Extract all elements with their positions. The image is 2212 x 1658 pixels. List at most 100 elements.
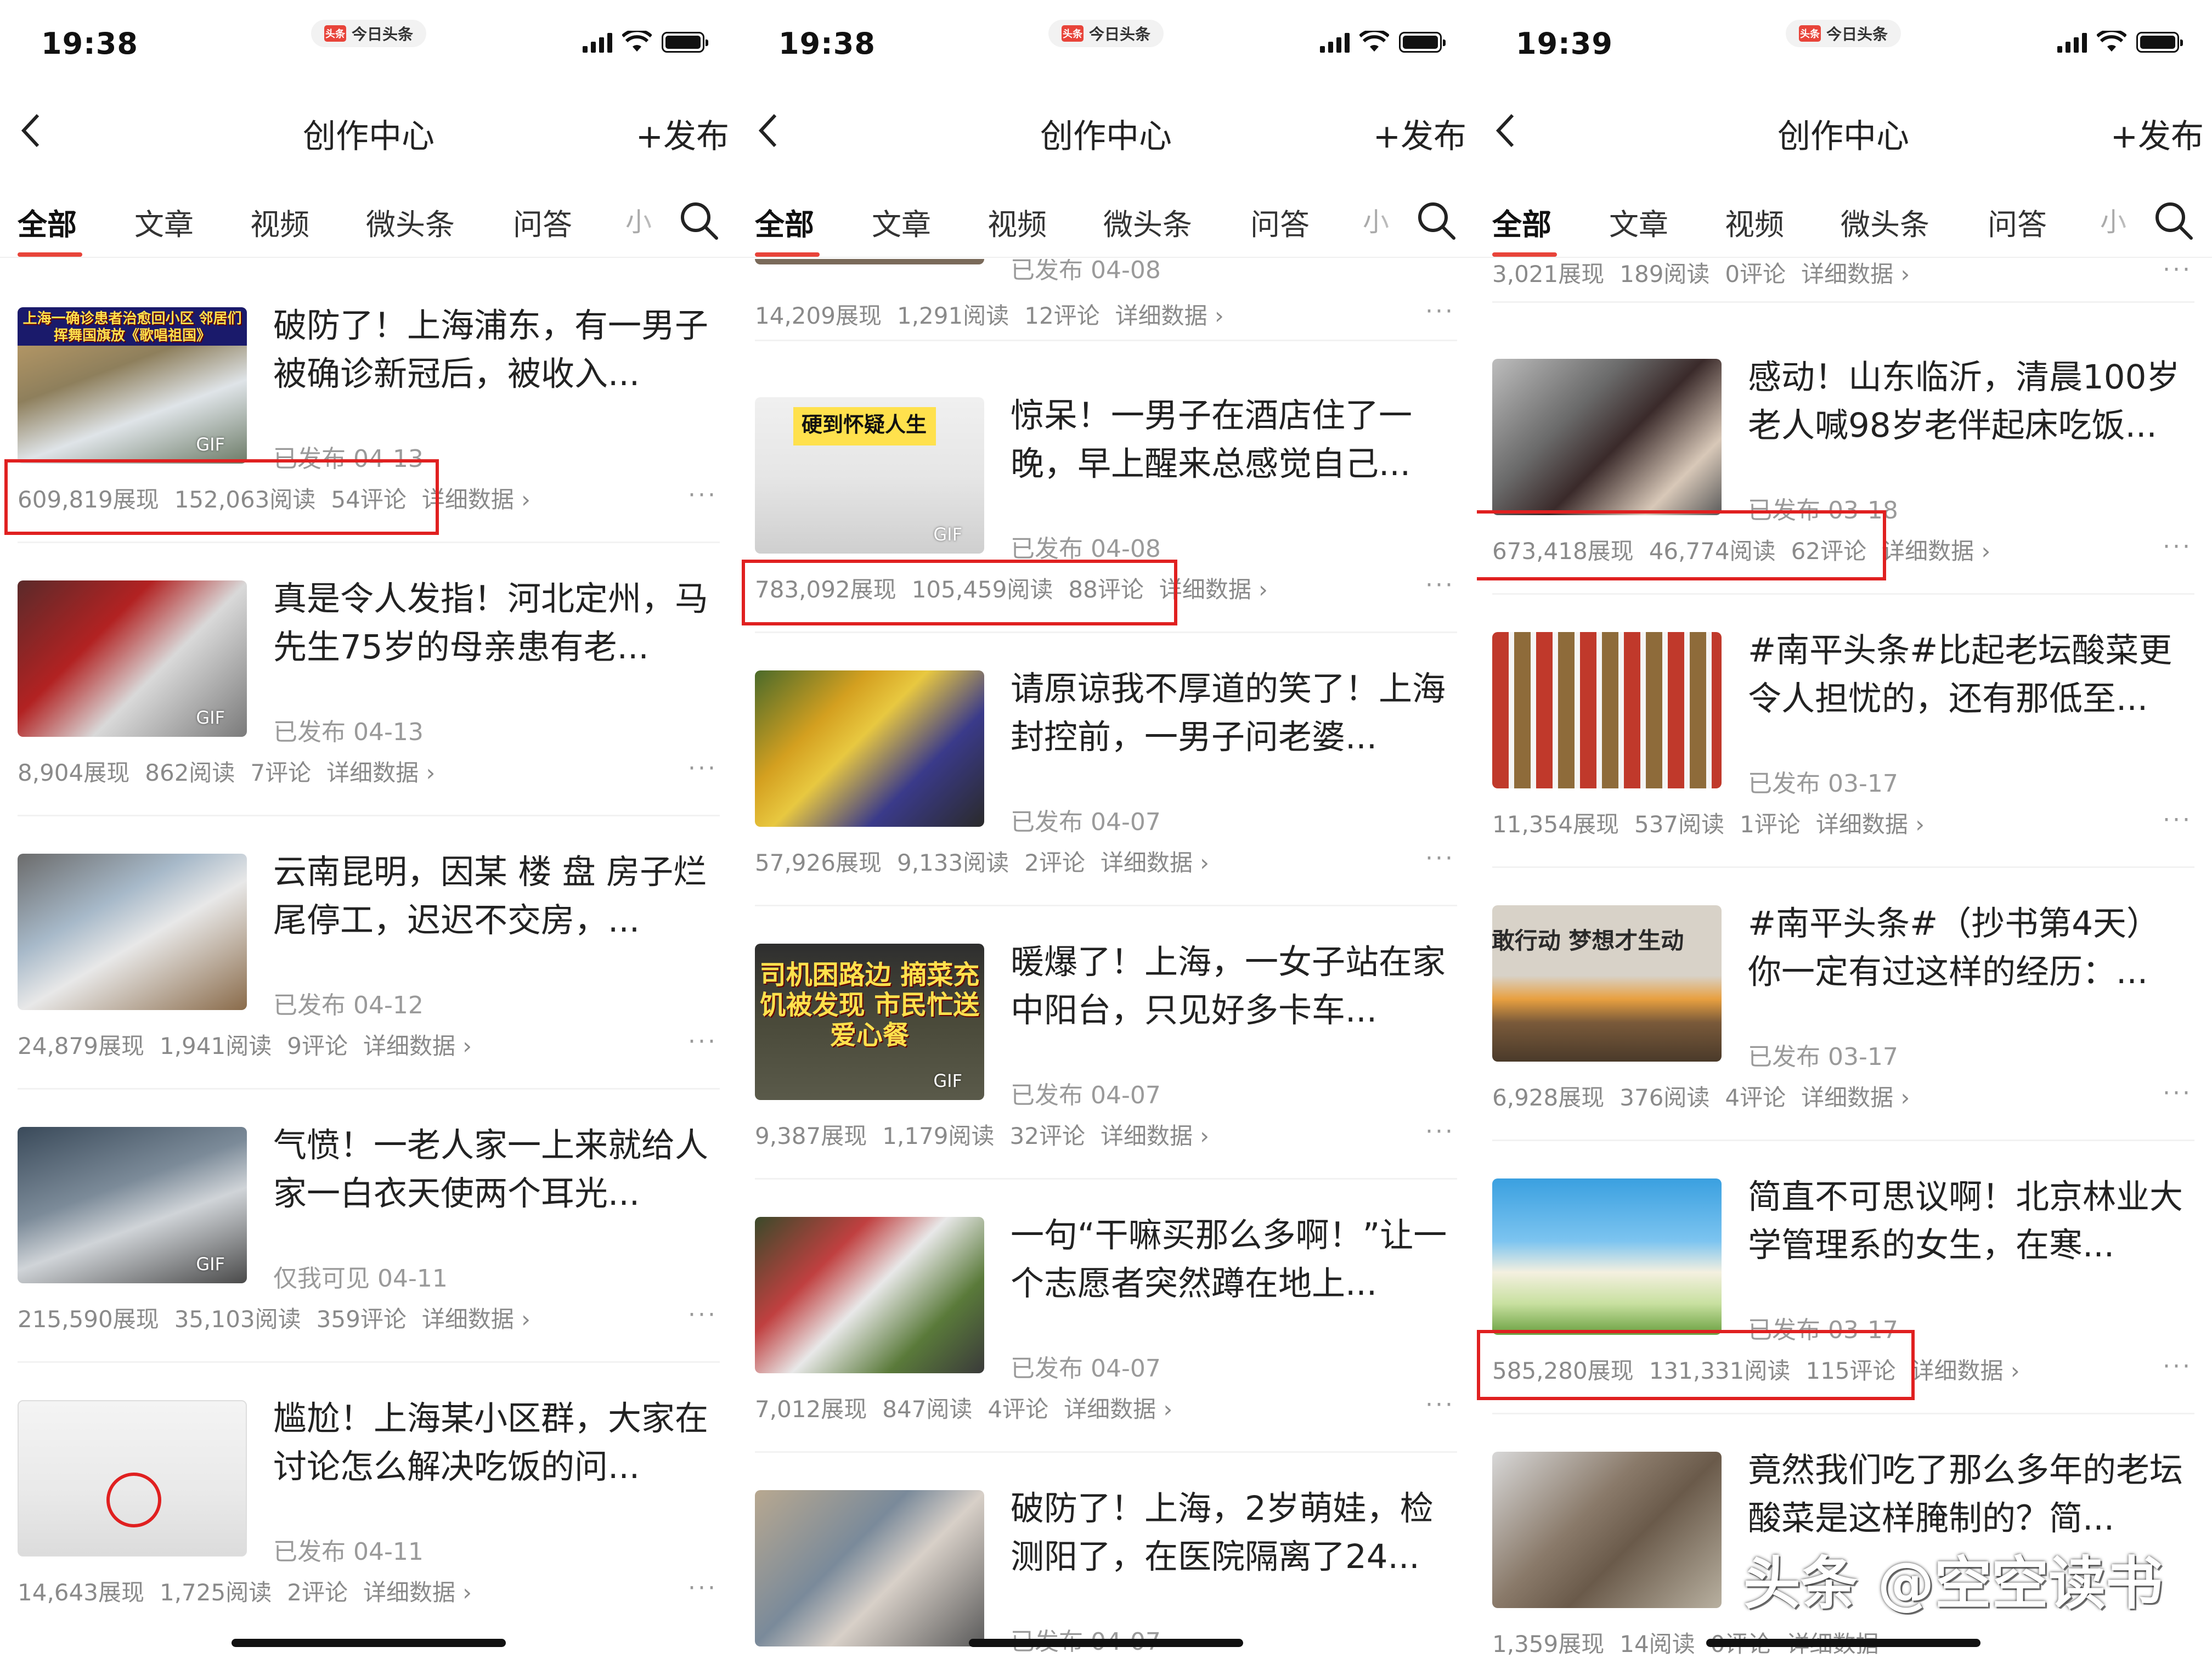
content-item[interactable]: 破防了！上海，2岁萌娃，检测阳了，在医院隔离了24... 已发布 04-07 bbox=[737, 1453, 1475, 1658]
battery-icon bbox=[2136, 32, 2183, 53]
detail-data-link[interactable]: 详细数据 › bbox=[1801, 259, 1910, 289]
more-options-icon[interactable]: ··· bbox=[1425, 1391, 1455, 1419]
tab-articles[interactable]: 文章 bbox=[1609, 200, 1668, 244]
more-options-icon[interactable]: ··· bbox=[1425, 844, 1455, 872]
detail-data-link[interactable]: 详细数据 › bbox=[1101, 844, 1209, 878]
gif-badge: GIF bbox=[196, 1254, 225, 1274]
detail-data-link[interactable]: 详细数据 › bbox=[1882, 533, 1990, 566]
tab-qa[interactable]: 问答 bbox=[513, 200, 572, 244]
system-icons bbox=[2057, 31, 2183, 53]
tab-micro-posts[interactable]: 微头条 bbox=[1103, 200, 1192, 244]
item-stats: 3,021展现 189阅读 0评论 详细数据 › bbox=[1492, 259, 1910, 289]
tab-videos[interactable]: 视频 bbox=[988, 200, 1047, 244]
gif-badge: GIF bbox=[933, 524, 962, 545]
thumbnail-caption: 敢行动 梦想才生动 bbox=[1492, 927, 1684, 954]
content-item[interactable]: GIF 真是令人发指！河北定州，马先生75岁的母亲患有老... 已发布 04-1… bbox=[0, 543, 737, 816]
system-icons bbox=[583, 31, 708, 53]
item-title: 一句“干嘛买那么多啊！”让一个志愿者突然蹲在地上... bbox=[1011, 1216, 1447, 1303]
more-options-icon[interactable]: ··· bbox=[688, 754, 718, 782]
content-item[interactable]: GIF 气愤！一老人家一上来就给人家一白衣天使两个耳光... 仅我可见 04-1… bbox=[0, 1090, 737, 1363]
more-options-icon[interactable]: ··· bbox=[2163, 533, 2192, 561]
content-item[interactable]: 尴尬！上海某小区群，大家在讨论怎么解决吃饭的问... 已发布 04-11 14,… bbox=[0, 1363, 737, 1636]
item-meta: 仅我可见 04-11 bbox=[273, 1265, 448, 1293]
content-item-partial[interactable]: 已发布 04-08 14,209展现 1,291阅读 12评论 详细数据 › ·… bbox=[737, 259, 1475, 341]
comments-count: 9评论 bbox=[287, 1033, 348, 1059]
tab-articles[interactable]: 文章 bbox=[134, 200, 194, 244]
detail-data-link[interactable]: 详细数据 › bbox=[1816, 806, 1925, 839]
more-options-icon[interactable]: ··· bbox=[1425, 1118, 1455, 1146]
item-title: 简直不可思议啊！北京林业大学管理系的女生，在寒... bbox=[1748, 1177, 2183, 1265]
detail-data-link[interactable]: 详细数据 › bbox=[1064, 1391, 1172, 1424]
search-icon[interactable] bbox=[2152, 199, 2196, 243]
tab-articles[interactable]: 文章 bbox=[872, 200, 931, 244]
tab-qa[interactable]: 问答 bbox=[1250, 200, 1310, 244]
active-tab-indicator bbox=[1492, 252, 1557, 257]
content-item-partial[interactable]: 3,021展现 189阅读 0评论 详细数据 › ··· bbox=[1475, 259, 2212, 303]
thumbnail-caption: 硬到怀疑人生 bbox=[801, 413, 927, 437]
publish-button[interactable]: +发布 bbox=[2111, 110, 2204, 157]
gif-badge: GIF bbox=[196, 434, 225, 455]
more-options-icon[interactable]: ··· bbox=[2163, 806, 2192, 834]
views-count: 11,354展现 bbox=[1492, 811, 1619, 838]
content-item[interactable]: 敢行动 梦想才生动 #南平头条#（抄书第4天）你一定有过这样的经历：... 已发… bbox=[1475, 868, 2212, 1141]
more-options-icon[interactable]: ··· bbox=[1425, 297, 1455, 325]
tab-videos[interactable]: 视频 bbox=[1725, 200, 1784, 244]
more-options-icon[interactable]: ··· bbox=[688, 1301, 718, 1329]
content-item[interactable]: 请原谅我不厚道的笑了！上海封控前，一男子问老婆... 已发布 04-07 57,… bbox=[737, 633, 1475, 906]
item-meta: 已发布 04-11 bbox=[273, 1538, 424, 1566]
detail-data-link[interactable]: 详细数据 › bbox=[1801, 1079, 1910, 1113]
publish-button[interactable]: +发布 bbox=[636, 110, 729, 157]
tab-all[interactable]: 全部 bbox=[18, 200, 77, 244]
detail-data-link[interactable]: 详细数据 › bbox=[363, 1574, 472, 1608]
item-thumbnail bbox=[1492, 1452, 1722, 1608]
search-icon[interactable] bbox=[677, 199, 721, 243]
views-count: 6,928展现 bbox=[1492, 1084, 1605, 1111]
detail-data-link[interactable]: 详细数据 › bbox=[326, 754, 435, 788]
highlight-box bbox=[1477, 510, 1886, 580]
more-options-icon[interactable]: ··· bbox=[688, 481, 718, 509]
reads-count: 9,133阅读 bbox=[896, 849, 1009, 876]
tab-qa[interactable]: 问答 bbox=[1988, 200, 2047, 244]
app-name: 今日头条 bbox=[1826, 25, 1888, 43]
tab-micro-posts[interactable]: 微头条 bbox=[1841, 200, 1929, 244]
detail-data-link[interactable]: 详细数据 › bbox=[1115, 297, 1224, 331]
publish-button[interactable]: +发布 bbox=[1373, 110, 1466, 157]
content-item[interactable]: 竟然我们吃了那么多年的老坛酸菜是这样腌制的？简... 1,359展现 14阅读 … bbox=[1475, 1414, 2212, 1658]
detail-data-link[interactable]: 详细数据 › bbox=[1101, 1118, 1209, 1151]
tab-videos[interactable]: 视频 bbox=[250, 200, 309, 244]
more-options-icon[interactable]: ··· bbox=[2163, 1079, 2192, 1107]
signal-icon bbox=[583, 33, 612, 53]
comments-count: 2评论 bbox=[1024, 849, 1085, 876]
detail-data-link[interactable]: 详细数据 › bbox=[422, 1301, 531, 1334]
content-item[interactable]: #南平头条#比起老坛酸菜更令人担忧的，还有那低至... 已发布 03-17 11… bbox=[1475, 595, 2212, 868]
toutiao-logo-icon: 头条 bbox=[324, 25, 346, 42]
tab-all[interactable]: 全部 bbox=[1492, 200, 1551, 244]
app-name: 今日头条 bbox=[351, 25, 414, 43]
more-options-icon[interactable]: ··· bbox=[688, 1574, 718, 1602]
tab-all[interactable]: 全部 bbox=[755, 200, 814, 244]
detail-data-link[interactable]: 详细数据 › bbox=[1911, 1352, 2020, 1386]
views-count: 24,879展现 bbox=[18, 1033, 144, 1059]
divider bbox=[1492, 301, 2194, 303]
tab-micro-posts[interactable]: 微头条 bbox=[366, 200, 455, 244]
status-bar: 19:38 头条 今日头条 bbox=[737, 0, 1475, 82]
more-options-icon[interactable]: ··· bbox=[2163, 259, 2192, 284]
more-options-icon[interactable]: ··· bbox=[2163, 1352, 2192, 1380]
more-options-icon[interactable]: ··· bbox=[688, 1028, 718, 1056]
item-title: 尴尬！上海某小区群，大家在讨论怎么解决吃饭的问... bbox=[273, 1399, 709, 1486]
more-options-icon[interactable]: ··· bbox=[1425, 571, 1455, 599]
detail-data-link[interactable]: 详细数据 › bbox=[363, 1028, 472, 1061]
toutiao-logo-icon: 头条 bbox=[1061, 25, 1084, 42]
content-item[interactable]: 云南昆明，因某 楼 盘 房子烂尾停工，迟迟不交房，... 已发布 04-12 2… bbox=[0, 816, 737, 1090]
system-icons bbox=[1320, 31, 1446, 53]
content-item[interactable]: 一句“干嘛买那么多啊！”让一个志愿者突然蹲在地上... 已发布 04-07 7,… bbox=[737, 1180, 1475, 1453]
wifi-icon bbox=[2097, 31, 2126, 52]
item-stats: 6,928展现 376阅读 4评论 详细数据 › bbox=[1492, 1079, 1910, 1113]
item-meta: 已发布 03-17 bbox=[1748, 1043, 1898, 1071]
wifi-icon bbox=[622, 31, 652, 52]
search-icon[interactable] bbox=[1414, 199, 1458, 243]
item-thumbnail bbox=[755, 259, 984, 264]
home-indicator bbox=[969, 1639, 1243, 1647]
status-bar: 19:38 头条 今日头条 bbox=[0, 0, 737, 82]
content-item[interactable]: 司机困路边 摘菜充饥被发现 市民忙送爱心餐 GIF 暖爆了！上海，一女子站在家中… bbox=[737, 906, 1475, 1180]
